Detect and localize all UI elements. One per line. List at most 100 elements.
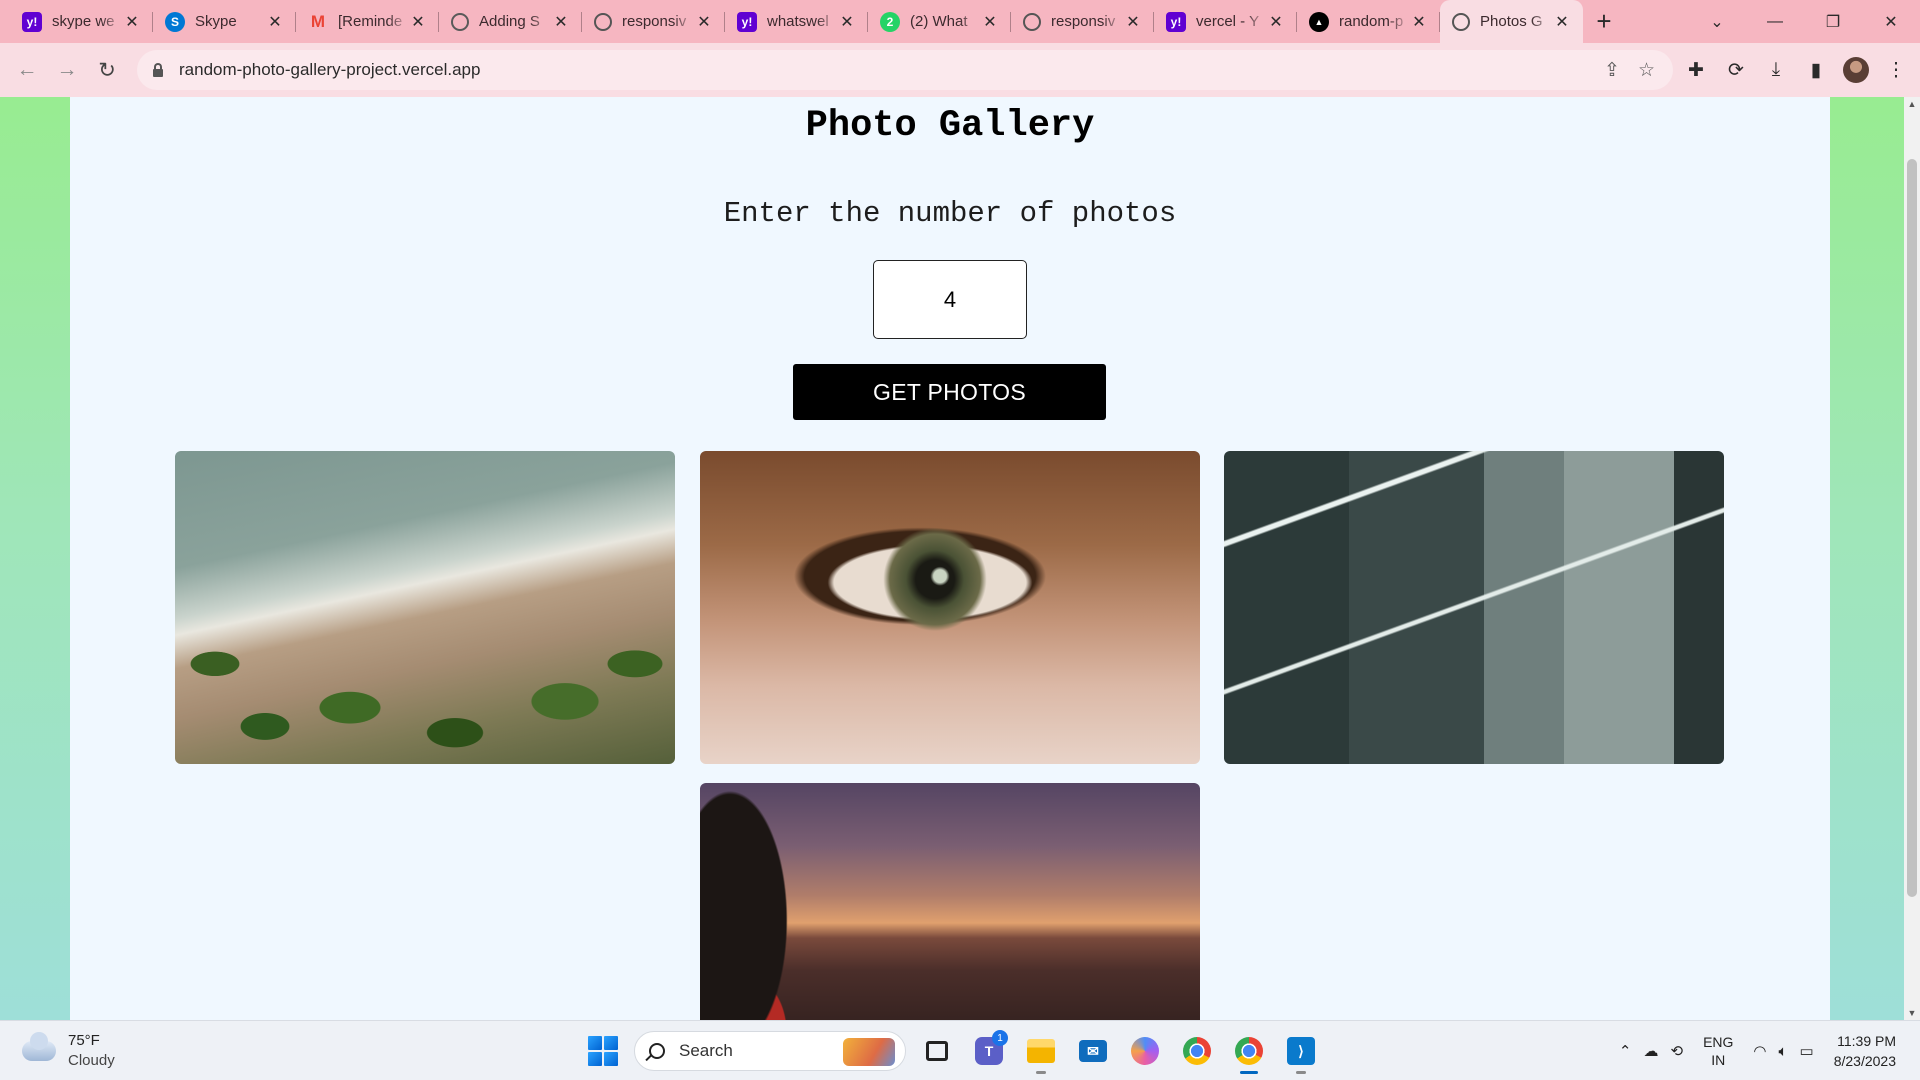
url-text[interactable]: random-photo-gallery-project.vercel.app [179, 60, 1604, 80]
clock-time: 11:39 PM [1837, 1033, 1896, 1049]
tab-label: Adding S [479, 13, 540, 30]
volume-icon[interactable]: 🔈︎ [1779, 1043, 1788, 1060]
reload-icon[interactable]: ↻ [87, 50, 127, 90]
clock[interactable]: 11:39 PM 8/23/2023 [1834, 1031, 1896, 1071]
tab-label: Skype [195, 13, 237, 30]
chrome-icon [1183, 1037, 1211, 1065]
show-hidden-icons-chevron-icon[interactable]: ⌃ [1619, 1042, 1632, 1060]
scroll-up-icon[interactable]: ▲ [1904, 99, 1920, 109]
scroll-down-icon[interactable]: ▼ [1904, 1008, 1920, 1018]
side-panel-icon[interactable]: ▮ [1796, 59, 1836, 82]
tab-strip: y! skype we ✕ S Skype ✕ M [Reminde ✕ Adding S ✕… [0, 0, 1920, 43]
address-bar[interactable]: random-photo-gallery-project.vercel.app … [137, 50, 1673, 90]
search-highlight-image [843, 1038, 895, 1066]
tab-whatsapp[interactable]: 2 (2) What ✕ [868, 0, 1011, 43]
whatsapp-icon: 2 [880, 11, 900, 32]
tab-photos-gallery[interactable]: Photos G ✕ [1440, 0, 1583, 43]
notification-badge: 1 [992, 1030, 1008, 1046]
chrome-button[interactable] [1176, 1030, 1218, 1072]
close-icon[interactable]: ✕ [409, 12, 427, 32]
tab-whatswel[interactable]: y! whatswel ✕ [725, 0, 868, 43]
page-scrollbar[interactable]: ▲ ▼ [1904, 97, 1920, 1020]
copilot-icon [1131, 1037, 1159, 1065]
task-view-icon [926, 1041, 948, 1061]
tab-responsive-1[interactable]: responsiv ✕ [582, 0, 725, 43]
yahoo-icon: y! [737, 11, 757, 32]
copilot-button[interactable] [1124, 1030, 1166, 1072]
search-label: Search [679, 1041, 733, 1060]
download-icon[interactable]: ⤓ [1756, 59, 1796, 81]
close-window-icon[interactable]: ✕ [1862, 12, 1920, 32]
onedrive-error-icon[interactable]: ☁ [1643, 1042, 1658, 1060]
gmail-icon: M [310, 11, 326, 31]
close-icon[interactable]: ✕ [1553, 12, 1571, 32]
weather-widget[interactable]: 75°F Cloudy [22, 1031, 115, 1071]
active-indicator [1240, 1071, 1258, 1074]
windows-start-icon[interactable] [582, 1030, 624, 1072]
folder-icon [1027, 1039, 1055, 1063]
back-icon[interactable]: ← [7, 50, 47, 90]
vscode-button[interactable]: ⟩ [1280, 1030, 1322, 1074]
cloud-icon [22, 1032, 56, 1061]
close-icon[interactable]: ✕ [123, 12, 141, 32]
minimize-icon[interactable]: — [1746, 13, 1804, 31]
tab-label: responsiv [1051, 13, 1116, 30]
tab-gmail-reminder[interactable]: M [Reminde ✕ [296, 0, 439, 43]
profile-avatar[interactable] [1843, 57, 1869, 83]
tab-random-photo[interactable]: ▲ random-p ✕ [1297, 0, 1440, 43]
menu-kebab-icon[interactable]: ⋮ [1876, 59, 1916, 82]
close-icon[interactable]: ✕ [1410, 12, 1428, 32]
tab-label: (2) What [910, 13, 968, 30]
eye-closeup-photo [700, 451, 1200, 764]
close-icon[interactable]: ✕ [981, 12, 999, 32]
chrome-profile-icon [1235, 1037, 1263, 1065]
tab-responsive-2[interactable]: responsiv ✕ [1011, 0, 1154, 43]
mail-button[interactable]: ✉ [1072, 1030, 1114, 1072]
tab-chatgpt[interactable]: Adding S ✕ [439, 0, 582, 43]
battery-icon[interactable]: ▭ [1800, 1042, 1814, 1060]
file-explorer-button[interactable] [1020, 1030, 1062, 1074]
yahoo-icon: y! [22, 11, 42, 32]
tab-label: whatswel [767, 13, 829, 30]
tab-label: random-p [1339, 13, 1404, 30]
tab-skype[interactable]: S Skype ✕ [153, 0, 296, 43]
weather-temp: 75°F [68, 1032, 100, 1049]
globe-icon [1452, 12, 1470, 31]
tab-label: Photos G [1480, 13, 1543, 30]
scrollbar-thumb[interactable] [1907, 159, 1917, 897]
teams-button[interactable]: T1 [968, 1030, 1010, 1072]
extensions-puzzle-icon[interactable]: ✚ [1676, 59, 1716, 82]
taskbar-search[interactable]: Search [634, 1031, 906, 1071]
vscode-icon: ⟩ [1287, 1037, 1315, 1065]
close-icon[interactable]: ✕ [1124, 12, 1142, 32]
close-icon[interactable]: ✕ [266, 12, 284, 32]
wifi-icon[interactable]: ◠ [1753, 1042, 1766, 1060]
globe-icon [594, 12, 612, 31]
tab-vercel-yahoo[interactable]: y! vercel - Y ✕ [1154, 0, 1297, 43]
language-indicator[interactable]: ENG IN [1703, 1033, 1733, 1069]
close-icon[interactable]: ✕ [1267, 12, 1285, 32]
share-icon[interactable]: ⇪ [1604, 59, 1620, 82]
tab-search-chevron-icon[interactable]: ⌄ [1688, 12, 1746, 32]
close-icon[interactable]: ✕ [552, 12, 570, 32]
yahoo-icon: y! [1166, 11, 1186, 32]
forward-icon[interactable]: → [47, 50, 87, 90]
chatgpt-icon [451, 12, 469, 31]
chrome-profile-button[interactable] [1228, 1030, 1270, 1074]
sync-icon[interactable]: ⟲ [1670, 1042, 1683, 1060]
photo-count-label: Enter the number of photos [723, 197, 1177, 230]
new-tab-button[interactable]: + [1583, 0, 1625, 43]
photo-count-input[interactable] [873, 260, 1027, 339]
get-photos-button[interactable]: GET PHOTOS [793, 364, 1106, 420]
bookmark-star-icon[interactable]: ☆ [1638, 59, 1655, 82]
restore-icon[interactable]: ❐ [1804, 12, 1862, 32]
browser-toolbar: ← → ↻ random-photo-gallery-project.verce… [0, 43, 1920, 97]
lock-icon[interactable] [151, 63, 165, 77]
task-view-button[interactable] [916, 1030, 958, 1072]
tab-skype-web[interactable]: y! skype we ✕ [10, 0, 153, 43]
page-viewport: Photo Gallery Enter the number of photos… [0, 97, 1904, 1020]
extension-icon[interactable]: ⟳ [1716, 59, 1756, 82]
close-icon[interactable]: ✕ [695, 12, 713, 32]
close-icon[interactable]: ✕ [838, 12, 856, 32]
search-icon [649, 1043, 665, 1059]
